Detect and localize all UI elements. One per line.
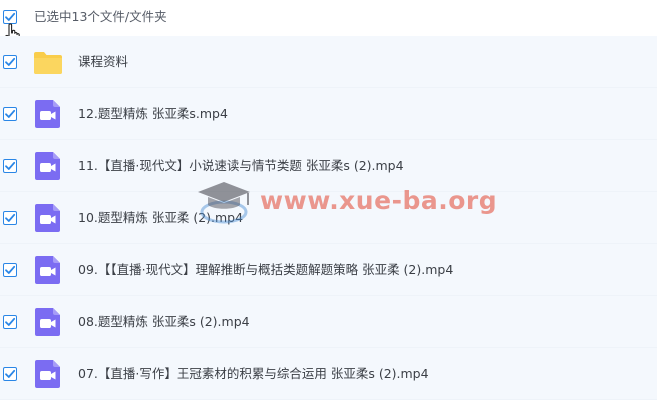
file-name[interactable]: 10.题型精炼 张亚柔 (2).mp4 [78,209,243,227]
folder-icon [33,47,63,77]
file-row[interactable]: 12.题型精炼 张亚柔s.mp4 [0,88,657,140]
checkmark-icon [5,109,16,118]
row-checkbox[interactable] [3,367,17,381]
file-name[interactable]: 07.【直播·写作】王冠素材的积累与综合运用 张亚柔s (2).mp4 [78,365,429,383]
file-list: 课程资料 12.题型精炼 张亚柔s.mp4 11.【直播·现代文】小说速读与情节类题… [0,36,657,400]
selection-header: 已选中13个文件/文件夹 [0,0,657,46]
row-checkbox[interactable] [3,107,17,121]
file-name[interactable]: 课程资料 [78,53,128,71]
checkmark-icon [5,317,16,326]
file-name[interactable]: 08.题型精炼 张亚柔s (2).mp4 [78,313,250,331]
row-checkbox[interactable] [3,211,17,225]
checkmark-icon [5,57,16,66]
file-name[interactable]: 11.【直播·现代文】小说速读与情节类题 张亚柔s (2).mp4 [78,157,404,175]
file-name[interactable]: 12.题型精炼 张亚柔s.mp4 [78,105,228,123]
file-row[interactable]: 07.【直播·写作】王冠素材的积累与综合运用 张亚柔s (2).mp4 [0,348,657,400]
video-file-icon [33,203,63,233]
file-row[interactable]: 11.【直播·现代文】小说速读与情节类题 张亚柔s (2).mp4 [0,140,657,192]
folder-row[interactable]: 课程资料 [0,36,657,88]
selection-count-text: 已选中13个文件/文件夹 [34,9,167,24]
video-file-icon [33,359,63,389]
video-file-icon [33,307,63,337]
row-checkbox[interactable] [3,55,17,69]
file-name[interactable]: 09.【【直播·现代文】理解推断与概括类题解题策略 张亚柔 (2).mp4 [78,261,453,279]
checkmark-icon [5,265,16,274]
file-row[interactable]: 08.题型精炼 张亚柔s (2).mp4 [0,296,657,348]
file-row[interactable]: 10.题型精炼 张亚柔 (2).mp4 [0,192,657,244]
file-row[interactable]: 09.【【直播·现代文】理解推断与概括类题解题策略 张亚柔 (2).mp4 [0,244,657,296]
video-file-icon [33,255,63,285]
checkmark-icon [5,213,16,222]
checkmark-icon [5,161,16,170]
video-file-icon [33,99,63,129]
file-list-panel: 已选中13个文件/文件夹 课程资料 12.题型精炼 张亚柔s.mp4 11.【直播·… [0,0,657,408]
row-checkbox[interactable] [3,315,17,329]
row-checkbox[interactable] [3,263,17,277]
row-checkbox[interactable] [3,159,17,173]
checkmark-icon [5,369,16,378]
video-file-icon [33,151,63,181]
